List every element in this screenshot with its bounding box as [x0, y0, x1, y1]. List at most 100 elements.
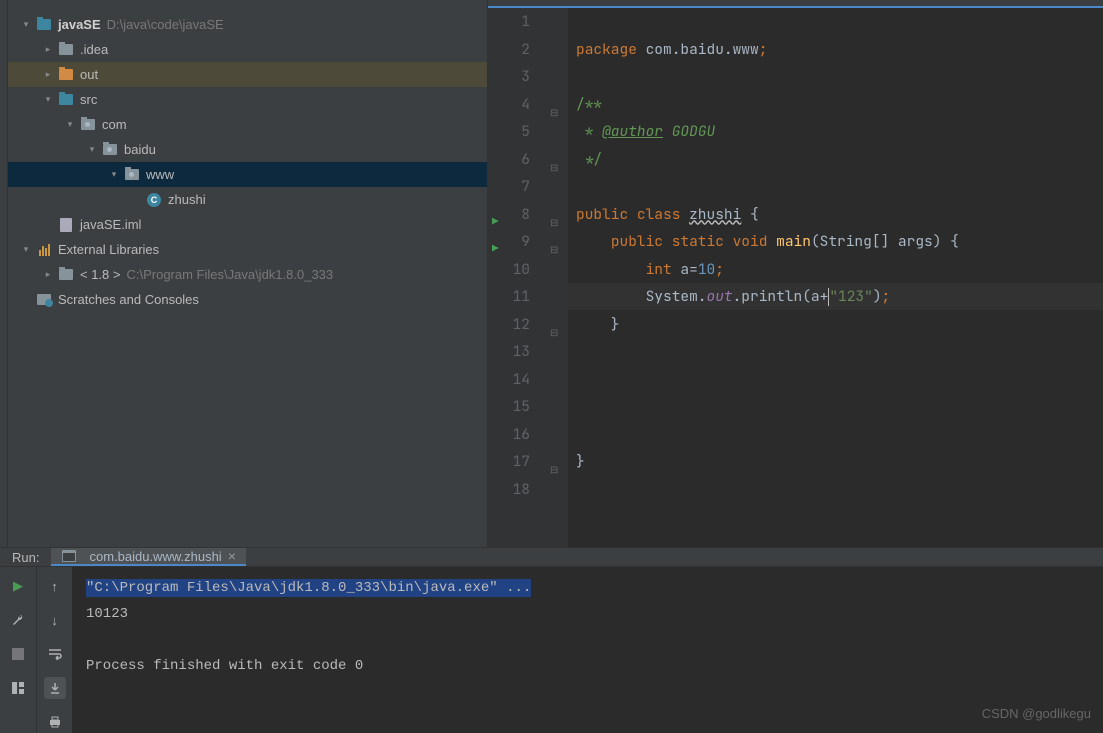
- stop-button[interactable]: [7, 643, 29, 665]
- spacer: [130, 194, 142, 206]
- tree-item-zhushi[interactable]: Czhushi: [8, 187, 487, 212]
- code-line[interactable]: public static void main(String[] args) {: [576, 228, 1103, 256]
- tree-item-label: out: [80, 67, 98, 82]
- fold-icon[interactable]: ⊟: [550, 209, 558, 237]
- chevron-down-icon[interactable]: ▾: [86, 144, 98, 156]
- line-number[interactable]: 5: [488, 118, 530, 146]
- console-line[interactable]: "C:\Program Files\Java\jdk1.8.0_333\bin\…: [86, 575, 1089, 601]
- fold-gutter[interactable]: ⊟⊟⊟⊟⊟⊟: [548, 8, 568, 547]
- close-icon[interactable]: ×: [228, 548, 236, 564]
- scroll-to-end-icon[interactable]: [44, 677, 66, 699]
- tree-item-www[interactable]: ▾ www: [8, 162, 487, 187]
- spacer: [42, 219, 54, 231]
- tree-item-out[interactable]: ▸ out: [8, 62, 487, 87]
- code-line[interactable]: int a=10;: [576, 256, 1103, 284]
- line-number[interactable]: 4: [488, 91, 530, 119]
- code-line[interactable]: }: [576, 311, 1103, 339]
- console-line[interactable]: Process finished with exit code 0: [86, 653, 1089, 679]
- up-arrow-icon[interactable]: ↑: [44, 575, 66, 597]
- code-line[interactable]: package com.baidu.www;: [576, 36, 1103, 64]
- line-number[interactable]: 6: [488, 146, 530, 174]
- tree-item-label: src: [80, 92, 97, 107]
- fold-icon[interactable]: ⊟: [550, 154, 558, 182]
- tree-item-label: Scratches and Consoles: [58, 292, 199, 307]
- project-tree[interactable]: ▾javaSED:\java\code\javaSE▸.idea▸out▾src…: [8, 8, 487, 547]
- tree-item-javase[interactable]: ▾javaSED:\java\code\javaSE: [8, 12, 487, 37]
- code-line[interactable]: /**: [576, 91, 1103, 119]
- line-number[interactable]: 14: [488, 366, 530, 394]
- run-gutter-icon[interactable]: ▶: [492, 236, 499, 264]
- line-number[interactable]: 15: [488, 393, 530, 421]
- library-icon: [36, 242, 52, 258]
- layout-icon[interactable]: [7, 677, 29, 699]
- code-line[interactable]: [576, 63, 1103, 91]
- fold-icon[interactable]: ⊟: [550, 99, 558, 127]
- chevron-down-icon[interactable]: ▾: [108, 169, 120, 181]
- tree-item-label: baidu: [124, 142, 156, 157]
- code-line[interactable]: public class zhushi {: [576, 201, 1103, 229]
- chevron-down-icon[interactable]: ▾: [20, 244, 32, 256]
- code-line[interactable]: }: [576, 448, 1103, 476]
- run-config-tab[interactable]: com.baidu.www.zhushi ×: [51, 548, 245, 566]
- code-line[interactable]: System.out.println(a+"123");: [576, 283, 1103, 311]
- line-number-gutter[interactable]: 12345678▶9▶101112131415161718: [488, 8, 548, 547]
- fold-icon[interactable]: ⊟: [550, 236, 558, 264]
- fold-icon[interactable]: ⊟: [550, 456, 558, 484]
- line-number[interactable]: 17: [488, 448, 530, 476]
- line-number[interactable]: 11: [488, 283, 530, 311]
- line-number[interactable]: 2: [488, 36, 530, 64]
- soft-wrap-icon[interactable]: [44, 643, 66, 665]
- run-tool-window: Run: com.baidu.www.zhushi × ▶ ↑ ↓: [0, 547, 1103, 727]
- console-line[interactable]: [86, 627, 1089, 653]
- chevron-right-icon[interactable]: ▸: [42, 44, 54, 56]
- chevron-down-icon[interactable]: ▾: [20, 19, 32, 31]
- project-header[interactable]: [8, 0, 487, 8]
- tree-item-src[interactable]: ▾ src: [8, 87, 487, 112]
- run-toolbar-secondary: ↑ ↓: [36, 567, 72, 733]
- terminal-icon: [61, 548, 77, 564]
- folder-icon: [36, 17, 52, 33]
- folder-icon: [80, 117, 96, 133]
- code-line[interactable]: [576, 421, 1103, 449]
- code-line[interactable]: [576, 338, 1103, 366]
- line-number[interactable]: 12: [488, 311, 530, 339]
- tree-item-scratchesandconsoles[interactable]: Scratches and Consoles: [8, 287, 487, 312]
- line-number[interactable]: 18: [488, 476, 530, 504]
- tree-item-javaseiml[interactable]: javaSE.iml: [8, 212, 487, 237]
- chevron-right-icon[interactable]: ▸: [42, 69, 54, 81]
- code-line[interactable]: [576, 8, 1103, 36]
- editor-tab-bar[interactable]: [488, 0, 1103, 8]
- tree-item-label: www: [146, 167, 174, 182]
- fold-icon[interactable]: ⊟: [550, 319, 558, 347]
- line-number[interactable]: 7: [488, 173, 530, 201]
- code-line[interactable]: [576, 366, 1103, 394]
- chevron-right-icon[interactable]: ▸: [42, 269, 54, 281]
- code-line[interactable]: [576, 173, 1103, 201]
- code-line[interactable]: [576, 393, 1103, 421]
- line-number[interactable]: 3: [488, 63, 530, 91]
- console-output[interactable]: "C:\Program Files\Java\jdk1.8.0_333\bin\…: [72, 567, 1103, 733]
- wrench-icon[interactable]: [7, 609, 29, 631]
- print-icon[interactable]: [44, 711, 66, 733]
- tree-item-18[interactable]: ▸< 1.8 >C:\Program Files\Java\jdk1.8.0_3…: [8, 262, 487, 287]
- tree-item-baidu[interactable]: ▾ baidu: [8, 137, 487, 162]
- chevron-down-icon[interactable]: ▾: [42, 94, 54, 106]
- line-number[interactable]: 16: [488, 421, 530, 449]
- code-content[interactable]: package com.baidu.www; /** * @author GOD…: [568, 8, 1103, 547]
- code-editor[interactable]: 12345678▶9▶101112131415161718 ⊟⊟⊟⊟⊟⊟ pac…: [488, 8, 1103, 547]
- line-number[interactable]: 13: [488, 338, 530, 366]
- tree-item-com[interactable]: ▾com: [8, 112, 487, 137]
- tree-item-externallibraries[interactable]: ▾External Libraries: [8, 237, 487, 262]
- code-line[interactable]: */: [576, 146, 1103, 174]
- run-gutter-icon[interactable]: ▶: [492, 209, 499, 237]
- code-line[interactable]: [576, 476, 1103, 504]
- tree-item-hint: C:\Program Files\Java\jdk1.8.0_333: [126, 267, 333, 282]
- run-tab-label: com.baidu.www.zhushi: [89, 549, 221, 564]
- console-line[interactable]: 10123: [86, 601, 1089, 627]
- code-line[interactable]: * @author GODGU: [576, 118, 1103, 146]
- chevron-down-icon[interactable]: ▾: [64, 119, 76, 131]
- down-arrow-icon[interactable]: ↓: [44, 609, 66, 631]
- line-number[interactable]: 1: [488, 8, 530, 36]
- rerun-button[interactable]: ▶: [7, 575, 29, 597]
- tree-item-idea[interactable]: ▸.idea: [8, 37, 487, 62]
